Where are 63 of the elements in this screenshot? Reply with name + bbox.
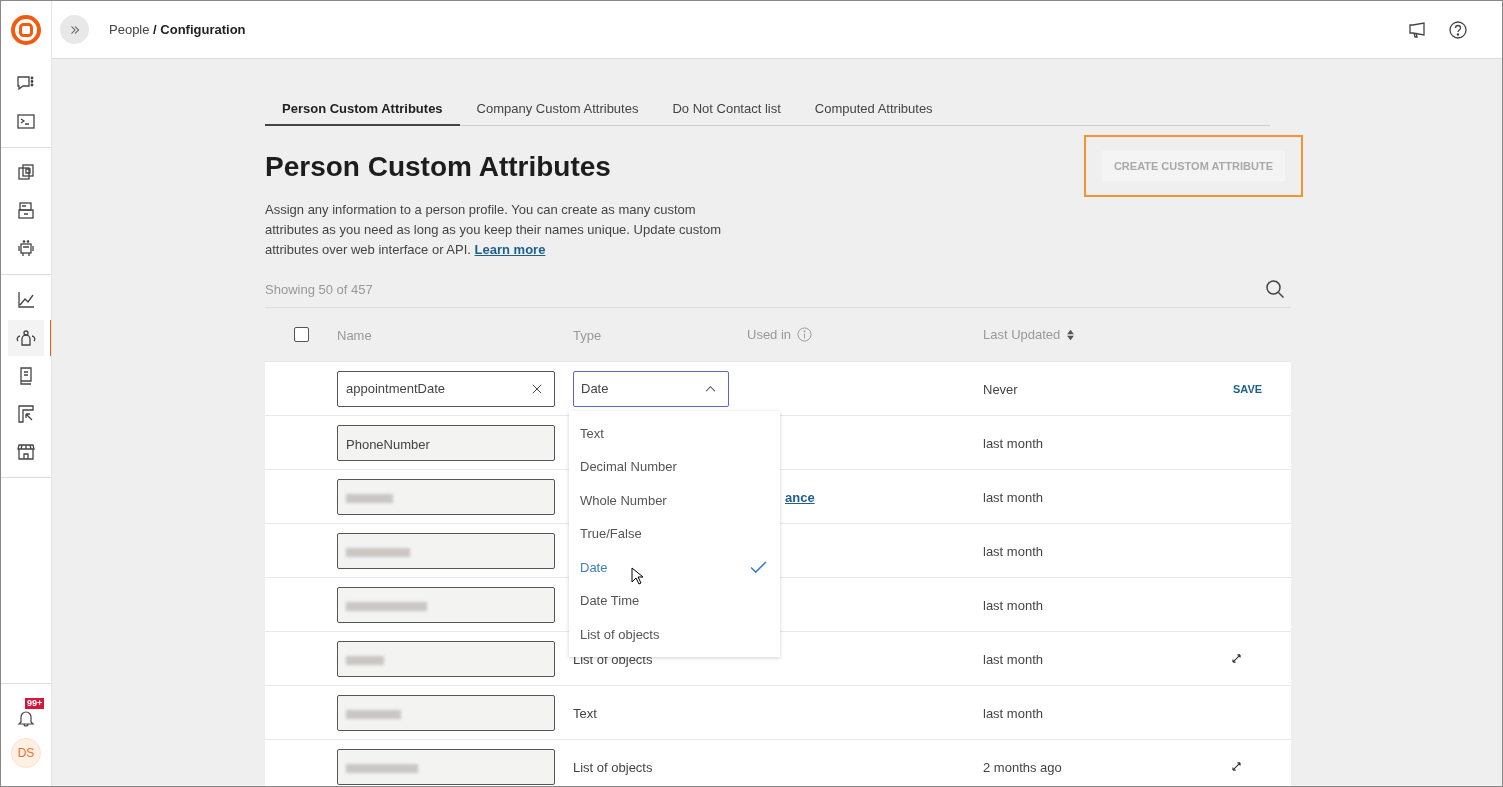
table-cell: last month: [983, 651, 1043, 667]
expand-icon[interactable]: [1232, 654, 1241, 663]
type-select[interactable]: Date: [573, 370, 729, 407]
chart-icon: [16, 290, 36, 310]
select-all-checkbox[interactable]: [293, 327, 309, 342]
page-title: Person Custom Attributes: [265, 151, 612, 183]
tab[interactable]: Company Custom Attributes: [459, 91, 656, 126]
menu-option[interactable]: Date Time: [569, 584, 780, 618]
table-cell: Text: [573, 705, 597, 721]
table-cell: last month: [983, 597, 1043, 613]
result-count: Showing 50 of 457: [265, 281, 373, 297]
name-input[interactable]: PhoneNumber: [337, 424, 555, 461]
name-input[interactable]: [337, 478, 555, 515]
column-header: Used in: [747, 327, 792, 342]
chevron-up-icon: [705, 385, 716, 392]
copy-icon: [16, 163, 36, 183]
logo-icon[interactable]: [11, 15, 41, 45]
table-cell: last month: [983, 705, 1043, 721]
menu-option[interactable]: List of objects: [569, 617, 780, 651]
mouse-cursor-icon: [631, 566, 643, 585]
tab[interactable]: Computed Attributes: [797, 91, 950, 126]
store-icon: [16, 442, 36, 462]
column-header: Name: [337, 327, 372, 343]
name-input[interactable]: [337, 640, 555, 677]
search-icon[interactable]: [1265, 279, 1285, 299]
menu-option[interactable]: Whole Number: [569, 483, 780, 517]
table-cell: Never: [983, 381, 1018, 397]
pointer-icon: [16, 404, 36, 424]
used-in-link[interactable]: ance: [785, 489, 815, 505]
bell-icon[interactable]: [16, 708, 36, 728]
robot-icon: [16, 239, 36, 259]
name-input[interactable]: [337, 694, 555, 731]
tab[interactable]: Person Custom Attributes: [265, 91, 460, 126]
clear-icon[interactable]: [532, 383, 542, 394]
menu-option[interactable]: True/False: [569, 517, 780, 551]
expand-sidebar-button[interactable]: [60, 15, 89, 44]
menu-option[interactable]: Text: [569, 416, 780, 450]
tab[interactable]: Do Not Contact list: [655, 91, 798, 126]
save-button[interactable]: SAVE: [1231, 378, 1265, 399]
megaphone-icon[interactable]: [1408, 19, 1428, 40]
inbox-icon: [16, 201, 36, 221]
table-cell: 2 months ago: [983, 759, 1062, 775]
sort-icon[interactable]: [1066, 328, 1076, 341]
check-icon: [750, 560, 767, 574]
description: Assign any information to a person profile. You can create as many custom attributes as you need as long as you keep their names unique. Update custom attributes over web interface or API. Learn more: [265, 201, 722, 259]
table-cell: List of objects: [573, 759, 653, 775]
table-cell: last month: [983, 543, 1043, 559]
notification-badge: 99+: [25, 698, 45, 709]
learn-more-link[interactable]: Learn more: [474, 242, 546, 257]
table-cell: last month: [983, 435, 1043, 451]
expand-icon[interactable]: [1232, 762, 1241, 771]
column-header: Type: [573, 327, 602, 343]
name-input[interactable]: [337, 532, 555, 569]
table-cell: last month: [983, 489, 1043, 505]
name-input[interactable]: [337, 586, 555, 623]
name-input[interactable]: appointmentDate: [337, 370, 555, 407]
help-icon[interactable]: [1448, 19, 1468, 40]
people-icon: [16, 328, 36, 348]
menu-option[interactable]: Date: [569, 550, 780, 584]
breadcrumb: People / Configuration: [109, 22, 246, 37]
menu-option[interactable]: Decimal Number: [569, 450, 780, 484]
name-input[interactable]: [337, 748, 555, 785]
terminal-icon: [16, 112, 36, 132]
